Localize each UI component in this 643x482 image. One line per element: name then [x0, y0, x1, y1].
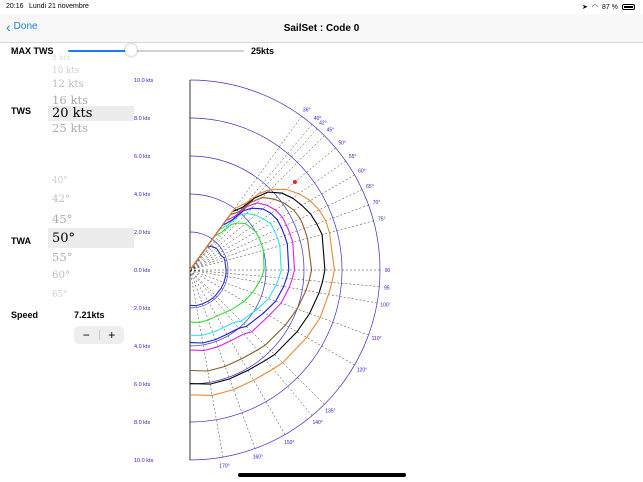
polar-series — [189, 191, 326, 385]
twa-option[interactable]: 55° — [52, 250, 73, 264]
angle-label: 42° — [319, 120, 327, 126]
radial-tick-label: 6.0 kts — [134, 382, 150, 388]
radial-tick-label: 2.0 kts — [134, 230, 150, 236]
polar-chart: 10.0 kts 8.0 kts 6.0 kts 4.0 kts 2.0 kts 0.0 … — [134, 78, 390, 470]
angle-label: 120° — [357, 367, 367, 373]
angle-label: 70° — [373, 200, 381, 206]
twa-option[interactable]: 45° — [52, 212, 73, 226]
speed-label: Speed — [11, 310, 39, 320]
radial-tick-label: 8.0 kts — [134, 420, 150, 426]
angle-label: 100° — [380, 302, 390, 308]
tws-option[interactable]: 12 kts — [52, 79, 84, 90]
tws-option[interactable]: 8 kts — [52, 53, 70, 62]
radial-tick-label: 4.0 kts — [134, 344, 150, 350]
angle-label: 45° — [327, 128, 335, 134]
twa-option[interactable]: 40° — [52, 176, 68, 186]
status-bar: 20:16 Lundi 21 novembre ➤ ◠ 87 % — [0, 0, 643, 14]
radial-tick-label: 6.0 kts — [134, 154, 150, 160]
twa-option[interactable]: 65° — [52, 290, 68, 300]
angle-label: 160° — [253, 455, 263, 461]
status-right: ➤ ◠ 87 % — [582, 3, 635, 11]
battery-icon — [622, 4, 635, 10]
polar-series — [189, 188, 335, 396]
max-tws-slider-fill — [68, 50, 132, 52]
status-time: 20:16 — [6, 3, 24, 10]
angle-label: 95° — [384, 285, 390, 291]
angle-label: 110° — [372, 336, 382, 342]
angle-label: 55° — [349, 154, 357, 160]
polar-series — [189, 196, 313, 372]
radial-tick-label: 4.0 kts — [134, 192, 150, 198]
polar-series — [189, 222, 265, 323]
decrement-button[interactable]: − — [74, 326, 99, 344]
radial-tick-label: 2.0 kts — [134, 306, 150, 312]
polar-series — [189, 245, 227, 307]
tws-option[interactable]: 16 kts — [52, 93, 88, 107]
location-icon: ➤ — [582, 4, 588, 11]
selected-point — [292, 179, 297, 184]
speed-stepper[interactable]: − + — [74, 326, 124, 344]
radial-tick-label: 10.0 kts — [134, 458, 154, 464]
home-indicator — [238, 473, 406, 477]
speed-value: 7.21kts — [74, 310, 105, 320]
max-tws-value: 25kts — [251, 46, 275, 56]
status-date: Lundi 21 novembre — [29, 3, 89, 10]
navigation-bar: ‹ Done SailSet : Code 0 — [0, 14, 643, 43]
tws-option[interactable]: 25 kts — [52, 121, 88, 135]
radial-tick-label: 8.0 kts — [134, 116, 150, 122]
increment-button[interactable]: + — [100, 326, 125, 344]
twa-label: TWA — [11, 236, 31, 246]
wifi-icon: ◠ — [591, 4, 599, 11]
radial-tick-label: 0.0 kts — [134, 268, 150, 274]
angle-label: 150° — [284, 440, 294, 446]
angle-label: 170° — [219, 464, 229, 470]
radial-tick-label: 10.0 kts — [134, 78, 154, 84]
angle-label: 60° — [358, 169, 366, 175]
twa-picker[interactable]: 40° 42° 45° 50° 55° 60° 65° — [48, 176, 134, 300]
angle-label: 65° — [366, 184, 374, 190]
max-tws-slider-thumb[interactable] — [125, 44, 138, 56]
angle-label: 140° — [312, 420, 322, 426]
twa-option[interactable]: 42° — [52, 194, 70, 205]
angle-label: 90° — [385, 268, 390, 274]
tws-option[interactable]: 20 kts — [52, 106, 92, 121]
angle-ray — [189, 269, 224, 458]
angle-label: 36° — [303, 107, 311, 113]
angle-label: 50° — [338, 140, 346, 146]
angle-ray — [189, 124, 313, 271]
tws-picker[interactable]: 8 kts 10 kts 12 kts 16 kts 20 kts 25 kts — [48, 53, 134, 140]
tws-label: TWS — [11, 106, 31, 116]
angle-label: 75° — [378, 217, 386, 223]
angle-ray — [189, 269, 313, 416]
max-tws-slider[interactable] — [68, 44, 244, 56]
angle-label: 135° — [325, 408, 335, 414]
twa-option[interactable]: 60° — [52, 270, 70, 281]
twa-option[interactable]: 50° — [52, 231, 75, 246]
page-title: SailSet : Code 0 — [283, 23, 360, 34]
battery-percentage: 87 % — [602, 3, 618, 11]
tws-option[interactable]: 10 kts — [52, 66, 79, 76]
max-tws-label: MAX TWS — [11, 46, 54, 56]
